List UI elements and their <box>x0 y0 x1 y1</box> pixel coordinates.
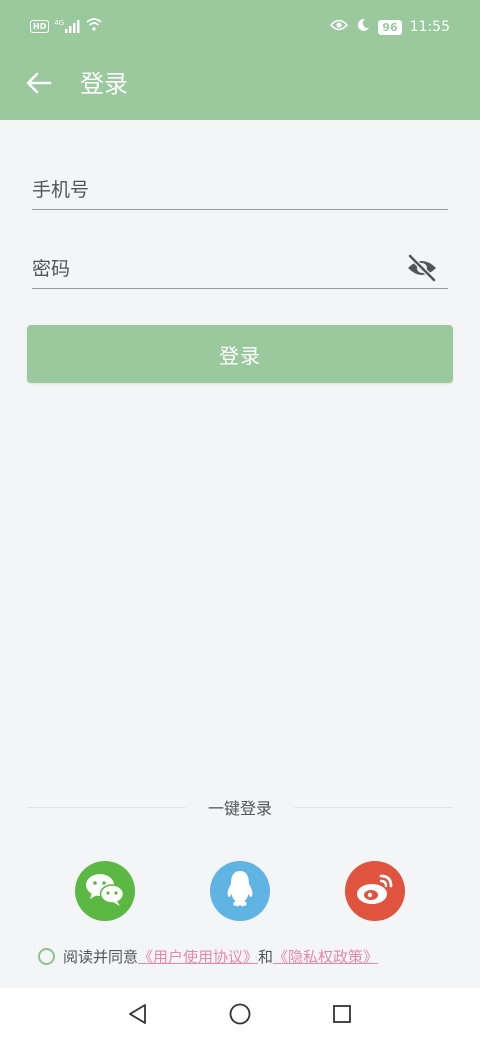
phone-field-container <box>32 153 448 210</box>
status-bar: HD 4G 96 11:55 <box>0 0 480 56</box>
eye-icon <box>330 19 349 35</box>
moon-icon <box>356 18 370 36</box>
signal-icon: 4G <box>54 20 81 33</box>
qq-login-button[interactable] <box>210 861 270 921</box>
status-left: HD 4G <box>30 18 102 35</box>
nav-recents-icon[interactable] <box>328 1000 356 1028</box>
agree-checkbox[interactable] <box>38 948 55 965</box>
system-nav-bar <box>0 988 480 1040</box>
status-right: 96 11:55 <box>330 18 450 36</box>
arrow-left-icon[interactable] <box>22 66 56 100</box>
network-type: 4G <box>54 19 65 27</box>
wechat-login-button[interactable] <box>75 861 135 921</box>
quick-login-divider: 一键登录 <box>27 795 454 819</box>
nav-back-icon[interactable] <box>124 1000 152 1028</box>
wifi-icon <box>86 18 102 35</box>
login-button-label: 登录 <box>219 343 261 368</box>
page-title: 登录 <box>80 70 128 98</box>
weibo-login-button[interactable] <box>345 861 405 921</box>
qq-icon <box>224 869 256 913</box>
login-button[interactable]: 登录 <box>27 325 453 383</box>
eye-off-icon[interactable] <box>406 254 438 282</box>
divider-line-right <box>294 806 454 808</box>
divider-line-left <box>27 806 186 808</box>
nav-home-icon[interactable] <box>226 1000 254 1028</box>
agreement-conjunction: 和 <box>258 948 274 966</box>
quick-login-label: 一键登录 <box>208 799 273 818</box>
agreement-prefix: 阅读并同意 <box>63 948 139 966</box>
password-input[interactable] <box>32 258 392 280</box>
weibo-icon <box>355 872 395 910</box>
privacy-policy-link[interactable]: 《隐私权政策》 <box>273 946 378 967</box>
app-bar: 登录 <box>0 56 480 120</box>
clock: 11:55 <box>409 19 450 35</box>
agreement-row: 阅读并同意 《用户使用协议》 和 《隐私权政策》 <box>38 946 378 967</box>
password-field-container <box>32 232 448 289</box>
user-agreement-link[interactable]: 《用户使用协议》 <box>138 946 258 967</box>
wechat-icon <box>84 871 126 911</box>
hd-icon: HD <box>30 20 50 33</box>
battery-icon: 96 <box>378 19 402 35</box>
phone-input[interactable] <box>32 179 392 201</box>
